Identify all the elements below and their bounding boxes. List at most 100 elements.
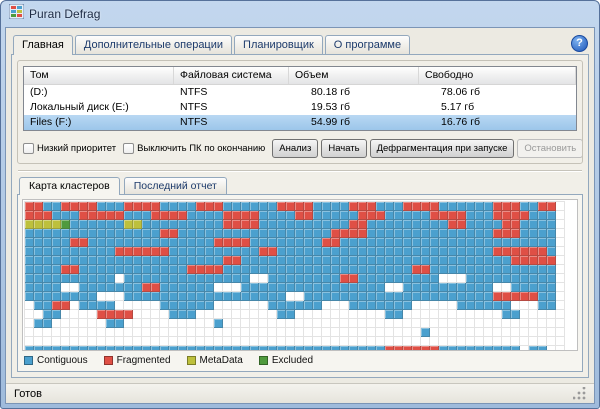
tab-extra-operations[interactable]: Дополнительные операции (75, 35, 232, 54)
cluster-cell (106, 328, 115, 337)
cluster-cell (52, 328, 61, 337)
table-header: ТомФайловая системаОбъемСвободно (24, 67, 576, 85)
cluster-cell (511, 301, 520, 310)
cluster-cell (394, 211, 403, 220)
cluster-cell (430, 337, 439, 346)
cluster-cell (70, 301, 79, 310)
cluster-cell (556, 274, 565, 283)
cluster-cell (115, 337, 124, 346)
cluster-cell (448, 211, 457, 220)
table-row[interactable]: (D:)NTFS80.18 гб78.06 гб (24, 85, 576, 100)
volumes-table[interactable]: ТомФайловая системаОбъемСвободно (D:)NTF… (23, 66, 577, 131)
cluster-cell (70, 337, 79, 346)
cluster-cell (376, 202, 385, 211)
cluster-cell (241, 283, 250, 292)
table-row[interactable]: Локальный диск (E:)NTFS19.53 гб5.17 гб (24, 100, 576, 115)
cluster-cell (349, 247, 358, 256)
cluster-cell (124, 247, 133, 256)
cluster-cell (97, 211, 106, 220)
cluster-cell (286, 319, 295, 328)
cluster-cell (511, 256, 520, 265)
cluster-cell (250, 265, 259, 274)
tab-last-report[interactable]: Последний отчет (124, 177, 227, 194)
column-header[interactable]: Свободно (419, 67, 576, 84)
cluster-cell (349, 274, 358, 283)
cluster-cell (340, 292, 349, 301)
table-row[interactable]: Files (F:)NTFS54.99 гб16.76 гб (24, 115, 576, 130)
cluster-cell (160, 220, 169, 229)
resize-grip[interactable] (573, 387, 586, 400)
cluster-cell (511, 328, 520, 337)
cluster-cell (133, 220, 142, 229)
cluster-cell (205, 256, 214, 265)
cluster-cell (196, 265, 205, 274)
cluster-cell (70, 229, 79, 238)
low-priority-checkbox-box[interactable] (23, 143, 34, 154)
cluster-cell (493, 283, 502, 292)
analyze-button[interactable]: Анализ (272, 139, 318, 158)
shutdown-checkbox-box[interactable] (123, 143, 134, 154)
tab-main[interactable]: Главная (13, 35, 73, 55)
cluster-cell (25, 211, 34, 220)
column-header[interactable]: Объем (289, 67, 419, 84)
tab-about[interactable]: О программе (325, 35, 410, 54)
cluster-cell (322, 328, 331, 337)
cluster-cell (187, 310, 196, 319)
cluster-cell (70, 220, 79, 229)
tab-cluster-map[interactable]: Карта кластеров (19, 177, 120, 195)
low-priority-checkbox[interactable]: Низкий приоритет (23, 143, 116, 154)
cluster-cell (34, 247, 43, 256)
cluster-cell (151, 265, 160, 274)
help-button[interactable]: ? (571, 35, 588, 52)
cluster-cell (295, 238, 304, 247)
cluster-cell (547, 328, 556, 337)
cluster-cell (277, 283, 286, 292)
cluster-cell (214, 337, 223, 346)
cluster-cell (142, 265, 151, 274)
cluster-cell (466, 274, 475, 283)
cluster-cell (439, 310, 448, 319)
cluster-cell (97, 319, 106, 328)
cluster-cell (187, 265, 196, 274)
tab-scheduler[interactable]: Планировщик (234, 35, 323, 54)
cluster-cell (484, 238, 493, 247)
cluster-cell (295, 220, 304, 229)
cluster-cell (412, 310, 421, 319)
map-tabstrip: Карта кластеровПоследний отчет (17, 177, 583, 194)
cluster-cell (439, 283, 448, 292)
cluster-cell (232, 265, 241, 274)
cluster-cell (79, 328, 88, 337)
cluster-cell (466, 256, 475, 265)
main-tab-page: ТомФайловая системаОбъемСвободно (D:)NTF… (11, 54, 589, 378)
cluster-cell (79, 319, 88, 328)
cluster-cell (322, 211, 331, 220)
cluster-cell (313, 319, 322, 328)
cluster-cell (322, 220, 331, 229)
cluster-cell (115, 247, 124, 256)
cluster-cell (322, 247, 331, 256)
cluster-cell (511, 229, 520, 238)
cluster-cell (466, 238, 475, 247)
cluster-cell (133, 211, 142, 220)
boot-defrag-button[interactable]: Дефрагментация при запуске (370, 139, 515, 158)
titlebar[interactable]: Puran Defrag (5, 1, 595, 27)
cluster-cell (529, 319, 538, 328)
cluster-cell (169, 265, 178, 274)
cluster-cell (79, 301, 88, 310)
cluster-cell (502, 292, 511, 301)
cluster-cell (412, 220, 421, 229)
shutdown-checkbox[interactable]: Выключить ПК по окончанию (123, 143, 265, 154)
cluster-cell (214, 238, 223, 247)
cluster-cell (304, 265, 313, 274)
column-header[interactable]: Том (24, 67, 174, 84)
column-header[interactable]: Файловая система (174, 67, 289, 84)
cluster-cell (493, 229, 502, 238)
cluster-cell (529, 265, 538, 274)
start-button[interactable]: Начать (321, 139, 366, 158)
cluster-cell (529, 238, 538, 247)
cluster-cell (205, 238, 214, 247)
cluster-cell (151, 292, 160, 301)
cluster-cell (124, 310, 133, 319)
cluster-cell (88, 256, 97, 265)
cluster-cell (556, 301, 565, 310)
